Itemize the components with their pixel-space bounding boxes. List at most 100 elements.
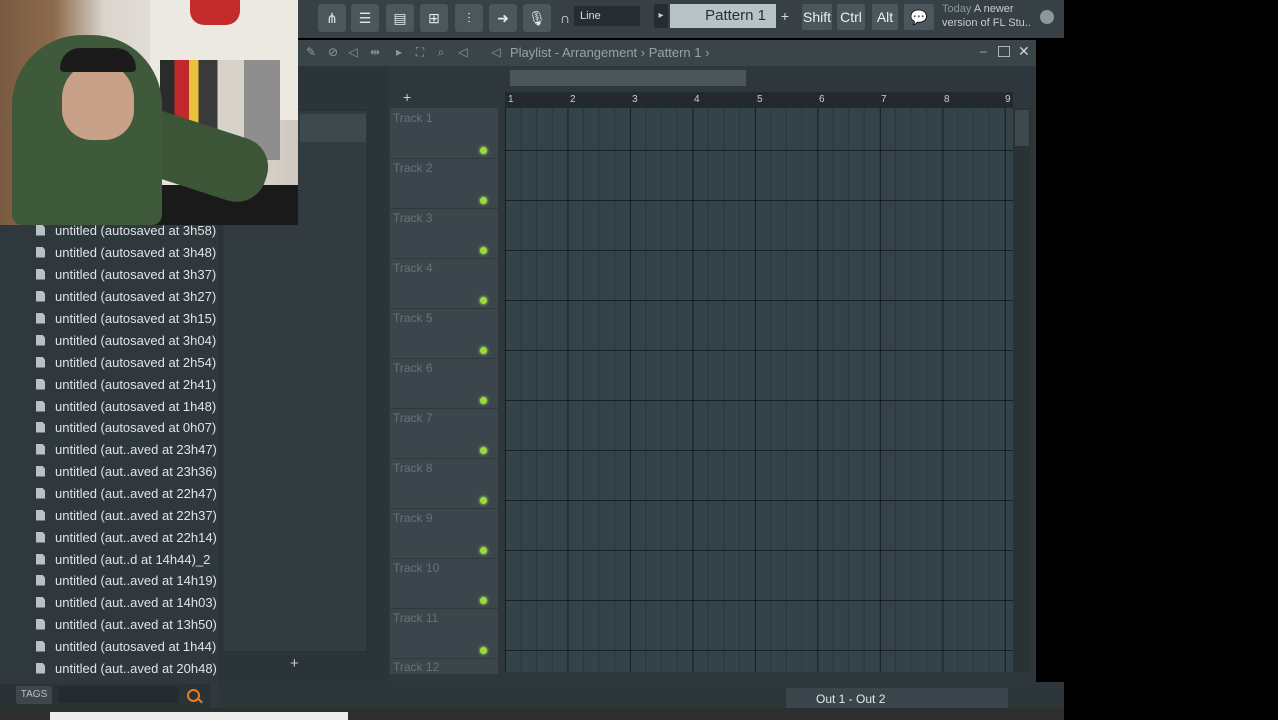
snap-select[interactable]: Line bbox=[574, 6, 640, 26]
track-label[interactable]: Track 11 bbox=[393, 611, 438, 625]
file-item[interactable]: untitled (autosaved at 3h15) bbox=[36, 308, 216, 328]
horizontal-scrollbar[interactable] bbox=[510, 70, 746, 86]
track-label[interactable]: Track 2 bbox=[393, 161, 433, 175]
globe-icon[interactable] bbox=[1040, 10, 1054, 24]
file-item[interactable]: untitled (aut..aved at 20h48) bbox=[36, 658, 217, 678]
add-track-icon[interactable]: + bbox=[403, 89, 411, 105]
track-divider bbox=[390, 508, 498, 509]
arrangement-grid[interactable] bbox=[505, 108, 1013, 672]
speech-bubble-icon[interactable]: 💬 bbox=[904, 4, 934, 30]
zoom-fit-icon[interactable]: ⛶ bbox=[413, 45, 427, 59]
bar-number: 1 bbox=[508, 94, 514, 105]
track-divider bbox=[390, 158, 498, 159]
news-text-1: A newer bbox=[973, 3, 1014, 15]
pattern-selector[interactable]: Pattern 1 bbox=[670, 4, 776, 28]
speaker-icon[interactable]: ◁ bbox=[346, 45, 360, 59]
track-led[interactable] bbox=[480, 197, 487, 204]
close-icon[interactable]: ✕ bbox=[1018, 43, 1030, 60]
search-icon[interactable] bbox=[187, 689, 200, 702]
file-item[interactable]: untitled (autosaved at 2h54) bbox=[36, 352, 216, 372]
magnet-icon[interactable]: ✎ bbox=[304, 45, 318, 59]
file-item[interactable]: untitled (aut..aved at 13h50) bbox=[36, 614, 217, 634]
mixer-icon[interactable]: ⫶ bbox=[455, 4, 483, 32]
track-led[interactable] bbox=[480, 647, 487, 654]
file-icon bbox=[36, 662, 45, 674]
file-item[interactable]: untitled (autosaved at 3h27) bbox=[36, 286, 216, 306]
output-selector[interactable]: Out 1 - Out 2 bbox=[786, 688, 1008, 710]
taskbar-item[interactable] bbox=[50, 712, 348, 720]
file-icon bbox=[36, 640, 45, 652]
mic-icon[interactable]: 🎙 bbox=[523, 4, 551, 32]
file-item[interactable]: untitled (autosaved at 2h41) bbox=[36, 374, 216, 394]
track-led[interactable] bbox=[480, 347, 487, 354]
news-day: Today bbox=[942, 3, 972, 15]
channel-rack-icon[interactable]: ☰ bbox=[351, 4, 379, 32]
track-divider bbox=[390, 658, 498, 659]
webcam-overlay bbox=[0, 0, 298, 225]
track-label[interactable]: Track 7 bbox=[393, 411, 433, 425]
file-item[interactable]: untitled (aut..aved at 14h19) bbox=[36, 570, 217, 590]
file-item[interactable]: untitled (aut..d at 14h44)_2 bbox=[36, 549, 210, 569]
slip-icon[interactable]: ⇹ bbox=[368, 45, 382, 59]
file-item[interactable]: untitled (autosaved at 1h48) bbox=[36, 396, 216, 416]
track-label[interactable]: Track 8 bbox=[393, 461, 433, 475]
track-label[interactable]: Track 4 bbox=[393, 261, 433, 275]
file-item[interactable]: untitled (aut..aved at 23h47) bbox=[36, 439, 217, 459]
pattern-prev-button[interactable]: ▸ bbox=[654, 4, 668, 28]
file-item[interactable]: untitled (autosaved at 3h37) bbox=[36, 264, 216, 284]
file-item[interactable]: untitled (aut..aved at 22h47) bbox=[36, 483, 217, 503]
track-led[interactable] bbox=[480, 297, 487, 304]
file-item[interactable]: untitled (aut..aved at 14h03) bbox=[36, 592, 217, 612]
track-led[interactable] bbox=[480, 247, 487, 254]
piano-roll-icon[interactable]: ▤ bbox=[386, 4, 414, 32]
alt-button[interactable]: Alt bbox=[872, 4, 898, 30]
track-led[interactable] bbox=[480, 547, 487, 554]
file-item[interactable]: untitled (aut..aved at 23h36) bbox=[36, 461, 217, 481]
file-item[interactable]: untitled (autosaved at 3h04) bbox=[36, 330, 216, 350]
playback-icon[interactable]: ◁ bbox=[456, 45, 470, 59]
tags-search-input[interactable] bbox=[58, 687, 178, 703]
pattern-add-button[interactable]: + bbox=[778, 4, 792, 28]
file-item[interactable]: untitled (autosaved at 3h48) bbox=[36, 242, 216, 262]
track-label[interactable]: Track 3 bbox=[393, 211, 433, 225]
zoom-icon[interactable]: ⌕ bbox=[434, 45, 448, 59]
track-label[interactable]: Track 6 bbox=[393, 361, 433, 375]
recording-icon[interactable]: ∩ bbox=[558, 4, 572, 32]
ctrl-button[interactable]: Ctrl bbox=[837, 4, 865, 30]
file-item[interactable]: untitled (autosaved at 1h44) bbox=[36, 636, 216, 656]
playlist-icon[interactable]: ⊞ bbox=[420, 4, 448, 32]
track-divider bbox=[390, 558, 498, 559]
maximize-icon[interactable] bbox=[998, 46, 1010, 57]
track-led[interactable] bbox=[480, 147, 487, 154]
track-led[interactable] bbox=[480, 447, 487, 454]
track-led[interactable] bbox=[480, 497, 487, 504]
track-led[interactable] bbox=[480, 397, 487, 404]
track-led[interactable] bbox=[480, 597, 487, 604]
file-item[interactable]: untitled (autosaved at 0h07) bbox=[36, 417, 216, 437]
shift-button[interactable]: Shift bbox=[802, 4, 832, 30]
track-label[interactable]: Track 12 bbox=[393, 660, 439, 674]
track-label[interactable]: Track 10 bbox=[393, 561, 439, 575]
file-item[interactable]: untitled (aut..aved at 22h37) bbox=[36, 505, 217, 525]
playlist-arrow-icon[interactable]: ◁ bbox=[489, 45, 503, 59]
scrollbar-thumb[interactable] bbox=[1015, 110, 1029, 146]
vertical-scrollbar[interactable] bbox=[1013, 108, 1031, 672]
news-panel[interactable]: Today A newer version of FL Stu.. bbox=[942, 2, 1031, 30]
file-icon bbox=[36, 312, 45, 324]
select-icon[interactable]: ▸ bbox=[392, 45, 406, 59]
playlist-title: Playlist - Arrangement › Pattern 1 › bbox=[510, 45, 710, 60]
track-label[interactable]: Track 9 bbox=[393, 511, 433, 525]
file-item[interactable]: untitled (aut..aved at 22h14) bbox=[36, 527, 217, 547]
track-label[interactable]: Track 5 bbox=[393, 311, 433, 325]
tags-button[interactable]: TAGS bbox=[16, 686, 52, 704]
browser-icon[interactable]: ⋔ bbox=[318, 4, 346, 32]
arrow-icon[interactable]: ➜ bbox=[489, 4, 517, 32]
track-label[interactable]: Track 1 bbox=[393, 111, 433, 125]
bar-number: 9 bbox=[1005, 94, 1011, 105]
side-panel-scrollbar[interactable] bbox=[368, 110, 384, 650]
add-icon[interactable]: + bbox=[290, 655, 299, 672]
file-icon bbox=[36, 334, 45, 346]
mute-icon[interactable]: ⊘ bbox=[326, 45, 340, 59]
file-label: untitled (aut..aved at 13h50) bbox=[55, 616, 217, 632]
minimize-icon[interactable]: – bbox=[980, 44, 987, 58]
